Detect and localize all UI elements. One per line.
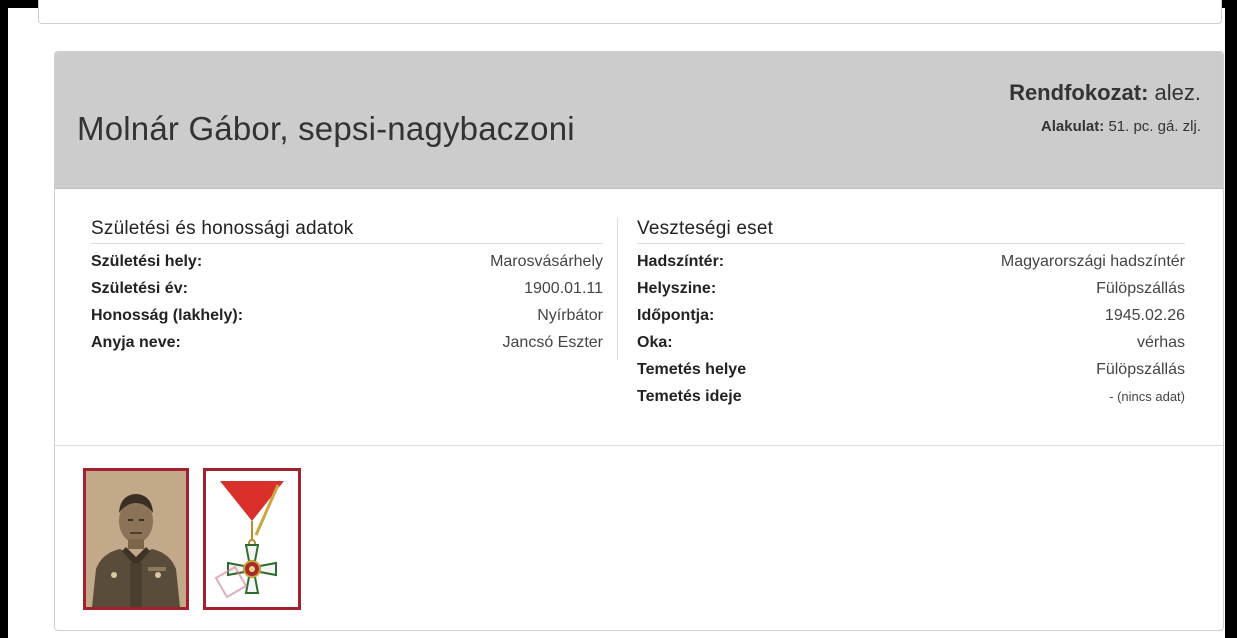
detail-row: Születési hely: Marosvásárhely: [91, 248, 603, 275]
previous-card-edge: [38, 0, 1222, 24]
detail-value: - (nincs adat): [1109, 389, 1185, 404]
card-header: Molnár Gábor, sepsi-nagybaczoni Rendfoko…: [55, 52, 1223, 189]
loss-section-title: Veszteségi eset: [637, 218, 1185, 244]
detail-value: Jancsó Eszter: [502, 334, 603, 351]
detail-label: Helyszine:: [637, 280, 717, 297]
detail-row: Időpontja: 1945.02.26: [637, 302, 1185, 329]
rank-label: Rendfokozat:: [1009, 80, 1149, 105]
detail-label: Honosság (lakhely):: [91, 307, 244, 324]
detail-label: Születési év:: [91, 280, 188, 297]
detail-value: Nyírbátor: [537, 307, 603, 324]
person-name: Molnár Gábor, sepsi-nagybaczoni: [77, 110, 575, 147]
detail-row: Születési év: 1900.01.11: [91, 275, 603, 302]
detail-label: Anyja neve:: [91, 334, 181, 351]
detail-value: Fülöpszállás: [1096, 280, 1185, 297]
detail-row: Oka: vérhas: [637, 329, 1185, 356]
unit-line: Alakulat: 51. pc. gá. zlj.: [1041, 118, 1201, 135]
detail-value: vérhas: [1136, 334, 1185, 351]
frame-left: [0, 0, 8, 638]
detail-value: Magyarországi hadszíntér: [1000, 253, 1185, 270]
detail-row: Temetés helye Fülöpszállás: [637, 356, 1185, 383]
detail-row: Temetés ideje - (nincs adat): [637, 383, 1185, 410]
detail-row: Hadszíntér: Magyarországi hadszíntér: [637, 248, 1185, 275]
detail-label: Temetés helye: [637, 361, 747, 378]
detail-value: Fülöpszállás: [1096, 361, 1185, 378]
detail-label: Időpontja:: [637, 307, 715, 324]
detail-row: Helyszine: Fülöpszállás: [637, 275, 1185, 302]
detail-label: Születési hely:: [91, 253, 203, 270]
loss-section: Veszteségi eset Hadszíntér: Magyarország…: [637, 218, 1185, 410]
gallery-divider: [55, 445, 1223, 446]
detail-value: 1900.01.11: [524, 280, 603, 297]
medal-photo-thumbnail[interactable]: [203, 468, 301, 610]
detail-value: Marosvásárhely: [490, 253, 603, 270]
detail-label: Temetés ideje: [637, 388, 742, 405]
medal-image: [206, 471, 298, 607]
portrait-photo-image: [86, 471, 186, 607]
detail-value: 1945.02.26: [1104, 307, 1185, 324]
unit-label: Alakulat:: [1040, 118, 1105, 135]
detail-row: Anyja neve: Jancsó Eszter: [91, 329, 603, 356]
frame-right: [1225, 0, 1237, 638]
birth-section-title: Születési és honossági adatok: [91, 218, 603, 244]
section-divider: [617, 218, 618, 360]
rank-line: Rendfokozat: alez.: [1009, 80, 1201, 106]
soldier-card: Molnár Gábor, sepsi-nagybaczoni Rendfoko…: [54, 51, 1224, 631]
portrait-photo-thumbnail[interactable]: [83, 468, 189, 610]
detail-row: Honosság (lakhely): Nyírbátor: [91, 302, 603, 329]
birth-section: Születési és honossági adatok Születési …: [91, 218, 603, 356]
detail-label: Hadszíntér:: [637, 253, 725, 270]
detail-label: Oka:: [637, 334, 673, 351]
unit-value: 51. pc. gá. zlj.: [1108, 118, 1201, 135]
rank-value: alez.: [1154, 80, 1201, 105]
